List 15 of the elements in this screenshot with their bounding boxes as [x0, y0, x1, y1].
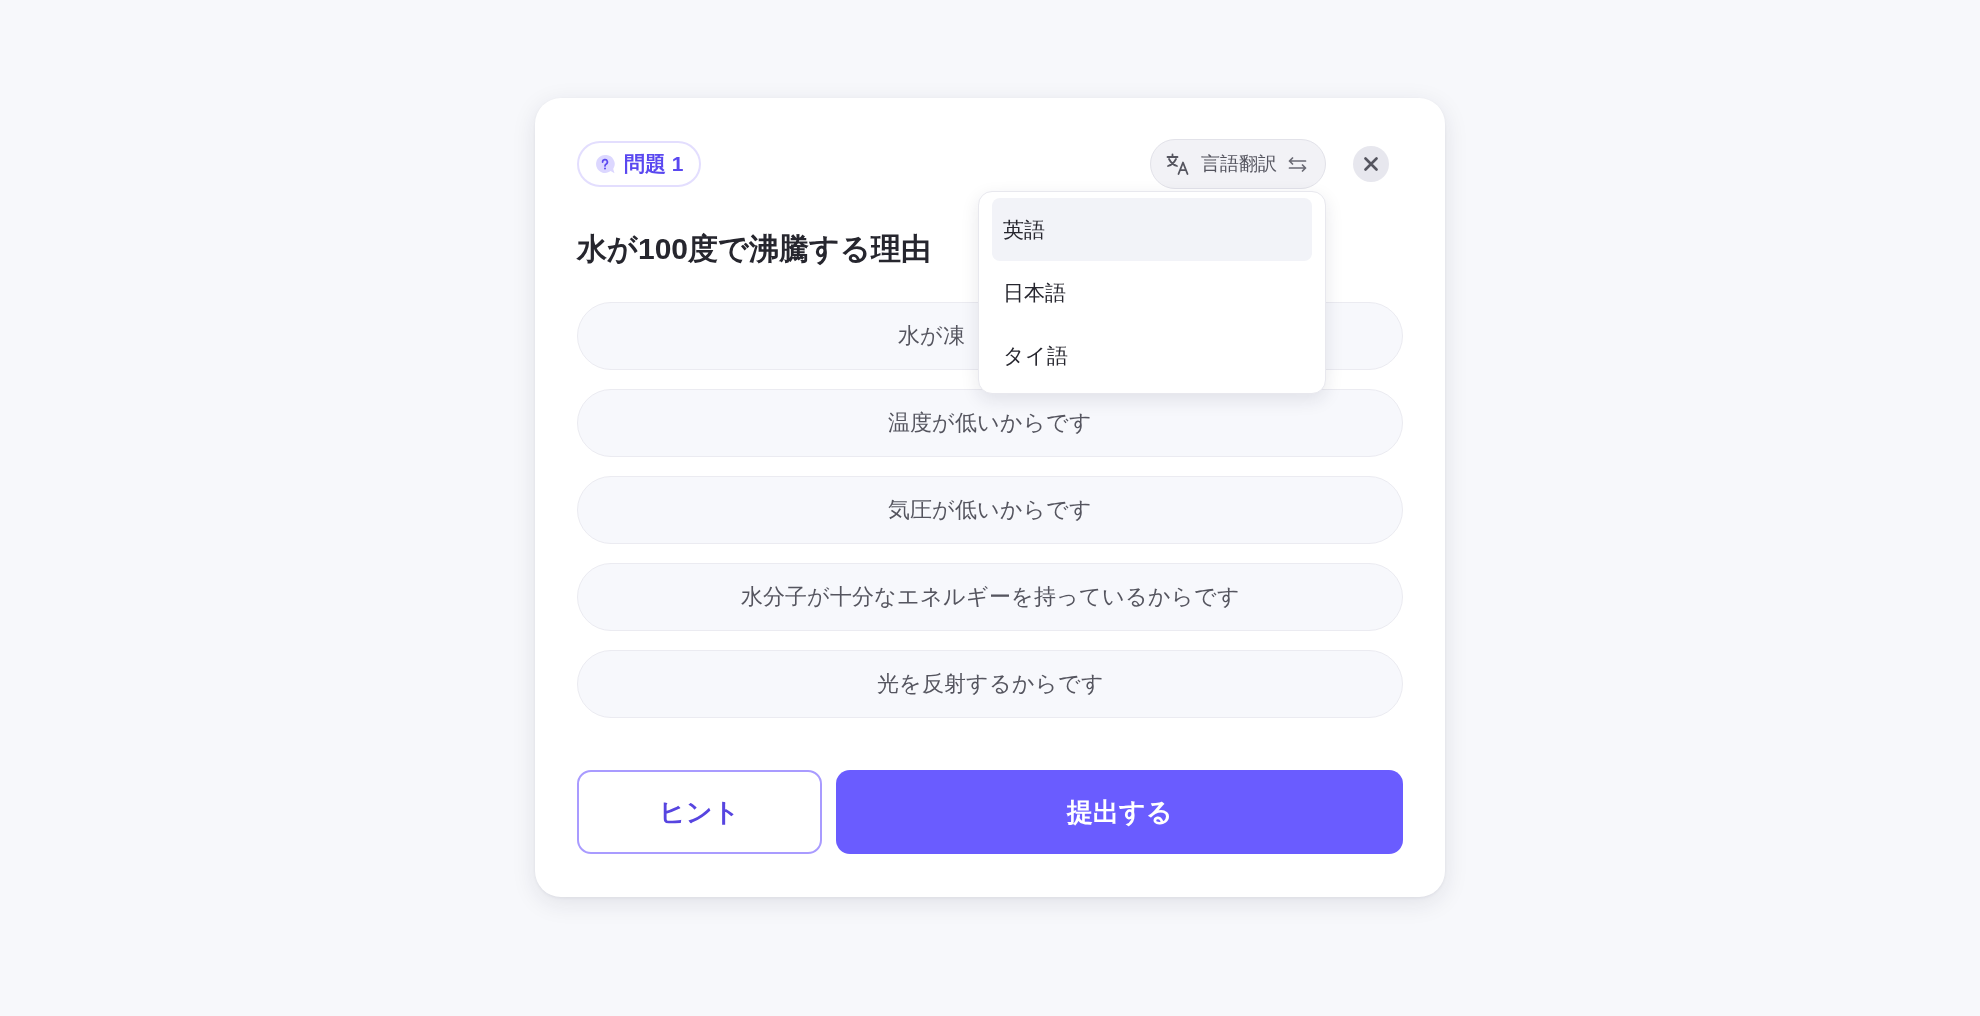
submit-button[interactable]: 提出する — [836, 770, 1403, 854]
question-text: 水が100度で沸騰する理由 — [577, 231, 932, 267]
language-option[interactable]: 英語 — [992, 198, 1312, 261]
translate-button[interactable]: 言語翻訳 — [1150, 139, 1326, 189]
question-bubble-icon — [596, 154, 615, 174]
answer-option[interactable]: 気圧が低いからです — [577, 476, 1403, 544]
hint-button[interactable]: ヒント — [577, 770, 822, 854]
answer-option[interactable]: 水分子が十分なエネルギーを持っているからです — [577, 563, 1403, 631]
question-number: 問題 1 — [624, 151, 684, 177]
close-button[interactable] — [1353, 146, 1389, 182]
translate-icon — [1166, 153, 1190, 175]
answer-option[interactable]: 光を反射するからです — [577, 650, 1403, 718]
answer-option[interactable]: 温度が低いからです — [577, 389, 1403, 457]
close-icon — [1364, 157, 1378, 171]
swap-icon — [1288, 156, 1307, 172]
